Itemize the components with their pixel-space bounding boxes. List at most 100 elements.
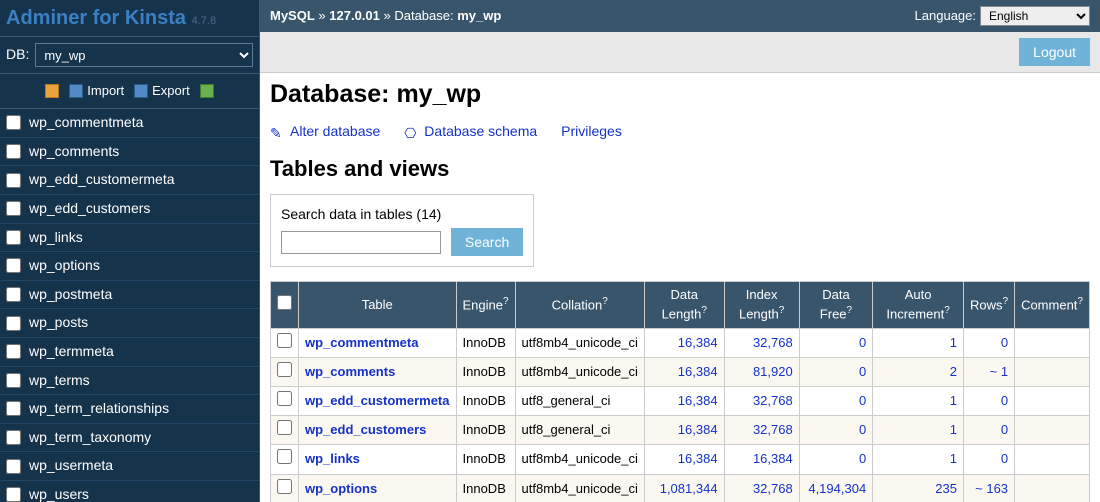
alter-db-link[interactable]: ✎Alter database bbox=[270, 122, 380, 142]
table-checkbox[interactable] bbox=[6, 287, 21, 302]
auto-increment-link[interactable]: 1 bbox=[950, 335, 957, 350]
index-length-link[interactable]: 32,768 bbox=[753, 422, 793, 437]
table-link[interactable]: wp_usermeta bbox=[29, 456, 113, 476]
rows-link[interactable]: 0 bbox=[1001, 335, 1008, 350]
index-length-link[interactable]: 81,920 bbox=[753, 364, 793, 379]
table-link[interactable]: wp_links bbox=[29, 228, 83, 248]
rows-link[interactable]: 0 bbox=[1001, 393, 1008, 408]
table-link[interactable]: wp_comments bbox=[29, 142, 119, 162]
index-length-link[interactable]: 32,768 bbox=[753, 335, 793, 350]
col-header[interactable]: Data Length? bbox=[644, 281, 724, 328]
import-link[interactable]: Import bbox=[69, 82, 124, 100]
data-free-link[interactable]: 4,194,304 bbox=[808, 481, 866, 496]
table-link[interactable]: wp_users bbox=[29, 485, 89, 502]
table-checkbox[interactable] bbox=[6, 344, 21, 359]
auto-increment-link[interactable]: 1 bbox=[950, 393, 957, 408]
data-free-link[interactable]: 0 bbox=[859, 364, 866, 379]
sql-link[interactable] bbox=[45, 82, 59, 100]
data-length-link[interactable]: 16,384 bbox=[678, 451, 718, 466]
table-link[interactable]: wp_options bbox=[29, 256, 100, 276]
col-header[interactable]: Index Length? bbox=[724, 281, 799, 328]
help-icon[interactable]: ? bbox=[701, 305, 707, 316]
language-select[interactable]: English bbox=[980, 6, 1090, 26]
col-header[interactable]: Table bbox=[299, 281, 457, 328]
col-header[interactable]: Data Free? bbox=[799, 281, 872, 328]
col-header[interactable]: Comment? bbox=[1015, 281, 1090, 328]
table-link[interactable]: wp_postmeta bbox=[29, 285, 112, 305]
help-icon[interactable]: ? bbox=[1077, 296, 1083, 307]
table-checkbox[interactable] bbox=[6, 144, 21, 159]
data-length-link[interactable]: 16,384 bbox=[678, 335, 718, 350]
export-link[interactable]: Export bbox=[134, 82, 190, 100]
data-length-link[interactable]: 16,384 bbox=[678, 422, 718, 437]
table-name-link[interactable]: wp_commentmeta bbox=[305, 335, 418, 350]
search-input[interactable] bbox=[281, 231, 441, 254]
table-link[interactable]: wp_term_relationships bbox=[29, 399, 169, 419]
data-free-link[interactable]: 0 bbox=[859, 451, 866, 466]
help-icon[interactable]: ? bbox=[1002, 296, 1008, 307]
col-header[interactable]: Engine? bbox=[456, 281, 515, 328]
privileges-link[interactable]: Privileges bbox=[561, 122, 622, 142]
table-checkbox[interactable] bbox=[6, 487, 21, 502]
db-select[interactable]: my_wp bbox=[35, 43, 253, 67]
logout-button[interactable]: Logout bbox=[1019, 38, 1090, 66]
col-header[interactable]: Rows? bbox=[963, 281, 1014, 328]
table-name-link[interactable]: wp_edd_customers bbox=[305, 422, 426, 437]
data-free-link[interactable]: 0 bbox=[859, 422, 866, 437]
index-length-link[interactable]: 32,768 bbox=[753, 481, 793, 496]
help-icon[interactable]: ? bbox=[503, 296, 509, 307]
data-length-link[interactable]: 1,081,344 bbox=[660, 481, 718, 496]
table-link[interactable]: wp_termmeta bbox=[29, 342, 114, 362]
table-checkbox[interactable] bbox=[6, 316, 21, 331]
help-icon[interactable]: ? bbox=[602, 296, 608, 307]
table-name-link[interactable]: wp_comments bbox=[305, 364, 395, 379]
rows-link[interactable]: 0 bbox=[1001, 451, 1008, 466]
table-checkbox[interactable] bbox=[6, 258, 21, 273]
crumb-engine[interactable]: MySQL bbox=[270, 8, 315, 23]
auto-increment-link[interactable]: 235 bbox=[935, 481, 957, 496]
table-link[interactable]: wp_terms bbox=[29, 371, 90, 391]
select-all-checkbox[interactable] bbox=[277, 295, 292, 310]
table-checkbox[interactable] bbox=[6, 401, 21, 416]
rows-link[interactable]: 0 bbox=[1001, 422, 1008, 437]
row-checkbox[interactable] bbox=[277, 420, 292, 435]
search-button[interactable]: Search bbox=[451, 228, 523, 256]
col-header[interactable]: Auto Increment? bbox=[873, 281, 964, 328]
row-checkbox[interactable] bbox=[277, 479, 292, 494]
brand-link[interactable]: Adminer for Kinsta bbox=[6, 7, 186, 29]
table-checkbox[interactable] bbox=[6, 373, 21, 388]
rows-link[interactable]: ~ 163 bbox=[975, 481, 1008, 496]
table-link[interactable]: wp_edd_customers bbox=[29, 199, 150, 219]
auto-increment-link[interactable]: 2 bbox=[950, 364, 957, 379]
schema-link[interactable]: ⎔Database schema bbox=[404, 122, 537, 142]
help-icon[interactable]: ? bbox=[779, 305, 785, 316]
help-icon[interactable]: ? bbox=[944, 305, 950, 316]
table-link[interactable]: wp_edd_customermeta bbox=[29, 170, 175, 190]
table-checkbox[interactable] bbox=[6, 115, 21, 130]
data-length-link[interactable]: 16,384 bbox=[678, 364, 718, 379]
table-name-link[interactable]: wp_links bbox=[305, 451, 360, 466]
row-checkbox[interactable] bbox=[277, 362, 292, 377]
table-name-link[interactable]: wp_edd_customermeta bbox=[305, 393, 450, 408]
table-checkbox[interactable] bbox=[6, 230, 21, 245]
create-link[interactable] bbox=[200, 82, 214, 100]
table-checkbox[interactable] bbox=[6, 173, 21, 188]
col-header[interactable]: Collation? bbox=[515, 281, 644, 328]
crumb-host[interactable]: 127.0.01 bbox=[329, 8, 380, 23]
auto-increment-link[interactable]: 1 bbox=[950, 451, 957, 466]
table-name-link[interactable]: wp_options bbox=[305, 481, 377, 496]
auto-increment-link[interactable]: 1 bbox=[950, 422, 957, 437]
table-checkbox[interactable] bbox=[6, 459, 21, 474]
table-checkbox[interactable] bbox=[6, 430, 21, 445]
help-icon[interactable]: ? bbox=[847, 305, 853, 316]
table-checkbox[interactable] bbox=[6, 201, 21, 216]
table-link[interactable]: wp_term_taxonomy bbox=[29, 428, 151, 448]
index-length-link[interactable]: 16,384 bbox=[753, 451, 793, 466]
data-free-link[interactable]: 0 bbox=[859, 393, 866, 408]
row-checkbox[interactable] bbox=[277, 391, 292, 406]
rows-link[interactable]: ~ 1 bbox=[990, 364, 1008, 379]
row-checkbox[interactable] bbox=[277, 449, 292, 464]
table-link[interactable]: wp_commentmeta bbox=[29, 113, 143, 133]
index-length-link[interactable]: 32,768 bbox=[753, 393, 793, 408]
table-link[interactable]: wp_posts bbox=[29, 313, 88, 333]
